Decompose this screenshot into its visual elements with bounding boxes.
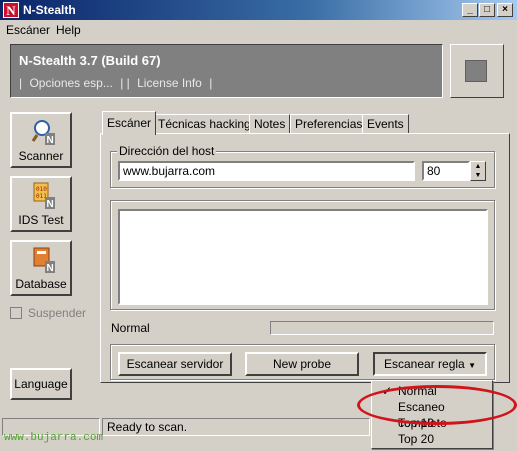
status-text: Ready to scan. [102, 418, 370, 436]
product-version-title: N-Stealth 3.7 (Build 67) [19, 53, 161, 68]
scan-rule-button[interactable]: Escanear regla ▼ [373, 352, 487, 376]
language-button[interactable]: Language [10, 368, 72, 400]
dropdown-arrow-icon: ▼ [468, 361, 476, 370]
database-button[interactable]: N Database [10, 240, 72, 296]
new-probe-label: New probe [272, 357, 332, 371]
separator: | [19, 76, 23, 90]
status-indicator-panel [450, 44, 504, 98]
host-input[interactable]: www.bujarra.com [118, 161, 415, 181]
separator: | | [120, 76, 130, 90]
header-links: | Opciones esp... | | License Info | [19, 76, 216, 90]
stepper-up-icon[interactable]: ▲ [471, 162, 485, 171]
port-input[interactable]: 80 [422, 161, 470, 181]
ids-test-button[interactable]: 010 011 N IDS Test [10, 176, 72, 232]
scanner-label: Scanner [18, 149, 64, 163]
results-area[interactable] [118, 209, 488, 305]
ids-test-label: IDS Test [18, 213, 64, 227]
separator: | [209, 76, 213, 90]
stepper-down-icon[interactable]: ▼ [471, 171, 485, 180]
watermark: www.bujarra.com [4, 432, 104, 444]
tab-preferencias[interactable]: Preferencias [290, 114, 368, 134]
tab-escaner[interactable]: Escáner [102, 111, 157, 135]
svg-text:N: N [47, 263, 54, 274]
host-group-label: Dirección del host [117, 144, 217, 158]
menu-item-top-10[interactable]: Top 10 [374, 415, 490, 431]
suspend-checkbox[interactable]: Suspender [10, 306, 90, 320]
svg-text:N: N [47, 199, 54, 210]
scan-server-label: Escanear servidor [126, 357, 224, 371]
menu-item-label: Normal [398, 384, 437, 398]
checkmark-icon: ✓ [382, 384, 393, 398]
scan-rule-label: Escanear regla [384, 357, 465, 371]
svg-text:010: 010 [36, 186, 47, 193]
database-label: Database [15, 277, 67, 291]
header-panel: N-Stealth 3.7 (Build 67) | Opciones esp.… [10, 44, 443, 98]
maximize-button[interactable]: □ [479, 3, 495, 17]
scan-progress-bar [270, 321, 494, 335]
scanner-magnifier-icon: N [32, 120, 55, 146]
tab-tecnicas-hacking[interactable]: Técnicas hacking [153, 114, 256, 134]
menu-bar: Escáner Help [0, 20, 517, 40]
link-license-info[interactable]: License Info [137, 76, 202, 90]
menu-item-top-20[interactable]: Top 20 [374, 431, 490, 447]
ids-test-icon: 010 011 N [33, 182, 55, 210]
app-icon: N [3, 2, 19, 18]
menu-item-normal[interactable]: ✓ Normal [374, 383, 490, 399]
status-square-icon [465, 60, 487, 82]
link-opciones[interactable]: Opciones esp... [29, 76, 112, 90]
close-button[interactable]: × [497, 3, 513, 17]
title-bar: N N-Stealth _ □ × [0, 0, 517, 20]
scanner-button[interactable]: N Scanner [10, 112, 72, 168]
menu-escaner[interactable]: Escáner [6, 23, 50, 37]
suspend-label: Suspender [28, 306, 87, 320]
tab-events[interactable]: Events [362, 114, 409, 134]
tab-notes[interactable]: Notes [249, 114, 291, 134]
checkbox-box[interactable] [10, 307, 22, 319]
scan-server-button[interactable]: Escanear servidor [118, 352, 232, 376]
scan-rule-dropdown-menu: ✓ Normal Escaneo completo Top 10 Top 20 [371, 380, 493, 449]
port-stepper[interactable]: ▲ ▼ [470, 161, 486, 181]
minimize-button[interactable]: _ [462, 3, 478, 17]
window-title: N-Stealth [23, 3, 76, 17]
scanner-tab-panel: Dirección del host www.bujarra.com 80 ▲ … [100, 133, 510, 383]
menu-item-escaneo-completo[interactable]: Escaneo completo [374, 399, 490, 430]
menu-help[interactable]: Help [56, 23, 81, 37]
svg-text:N: N [47, 135, 54, 146]
mode-label: Normal [111, 321, 150, 335]
new-probe-button[interactable]: New probe [245, 352, 359, 376]
database-icon: N [33, 247, 55, 274]
